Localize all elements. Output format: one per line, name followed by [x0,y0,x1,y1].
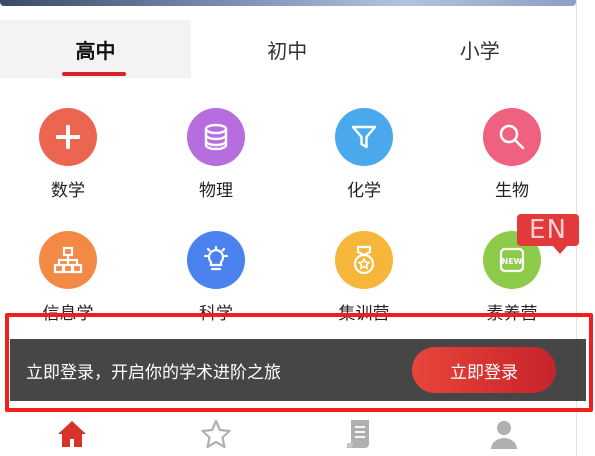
nav-profile[interactable] [474,414,534,454]
subject-label: 科学 [199,304,233,324]
subject-biology[interactable]: 生物 [457,108,567,201]
subject-math[interactable]: 数学 [13,108,123,201]
lightbulb-icon [187,231,245,289]
bottom-nav [0,412,576,456]
login-button[interactable]: 立即登录 [412,347,556,393]
login-prompt-bar: 立即登录，开启你的学术进阶之旅 立即登录 [10,339,586,401]
subject-label: 物理 [199,181,233,201]
subject-label: 化学 [347,181,381,201]
subject-training-camp[interactable]: 集训营 [309,231,419,324]
subject-label: 集训营 [338,304,390,324]
plus-icon [39,108,97,166]
language-toggle-en[interactable]: EN [517,214,579,254]
subject-label: 数学 [51,181,85,201]
sitemap-icon [39,231,97,289]
nav-courses[interactable] [330,414,390,454]
level-tabs: 高中 初中 小学 [0,20,576,78]
top-banner-image [0,0,576,6]
subject-science[interactable]: 科学 [161,231,271,324]
home-icon [58,421,86,447]
database-icon [187,108,245,166]
subject-physics[interactable]: 物理 [161,108,271,201]
active-tab-indicator [62,72,126,76]
login-prompt-text: 立即登录，开启你的学术进阶之旅 [26,362,281,383]
filter-icon [335,108,393,166]
tab-junior-high[interactable]: 初中 [191,20,384,78]
subject-chemistry[interactable]: 化学 [309,108,419,201]
subject-informatics[interactable]: 信息学 [13,231,123,324]
star-icon [201,419,231,449]
svg-text:NEW: NEW [502,257,523,266]
tab-senior-high[interactable]: 高中 [0,20,191,78]
tab-primary[interactable]: 小学 [384,20,577,78]
search-icon [483,108,541,166]
nav-home[interactable] [42,414,102,454]
subject-label: 生物 [495,181,529,201]
medal-icon [335,231,393,289]
tab-label: 初中 [267,38,308,63]
user-icon [491,421,517,449]
nav-favorites[interactable] [186,414,246,454]
subject-label: 素养营 [486,304,538,324]
document-icon [347,420,369,448]
tab-label: 小学 [459,38,500,63]
tab-label: 高中 [75,38,116,63]
subject-label: 信息学 [42,304,94,324]
